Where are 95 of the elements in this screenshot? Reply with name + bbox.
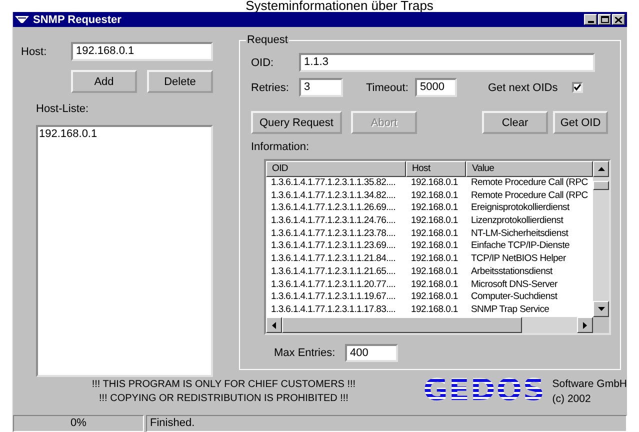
table-row[interactable]: 1.3.6.1.4.1.77.1.2.3.1.1.34.82.... 192.168.0.1 Remote Procedure Call (RPC: [266, 190, 593, 202]
scroll-down-button[interactable]: [593, 301, 609, 317]
table-cell-text: 192.168.0.1: [410, 177, 459, 190]
close-button[interactable]: [612, 14, 625, 25]
table-cell-text: 192.168.0.1: [410, 202, 459, 216]
table-cell-text: 1.3.6.1.4.1.77.1.2.3.1.1.26.69....: [270, 202, 396, 216]
add-button[interactable]: Add: [71, 70, 137, 93]
table-cell-text: 1.3.6.1.4.1.77.1.2.3.1.1.20.77....: [270, 278, 396, 292]
table-cell-text: Ereignisprotokollierdienst: [470, 202, 570, 216]
timeout-field[interactable]: 5000: [415, 78, 457, 97]
right-arrow-icon: [583, 322, 587, 328]
scroll-up-button[interactable]: [593, 161, 609, 177]
table-cell-text: 1.3.6.1.4.1.77.1.2.3.1.1.21.84....: [270, 253, 396, 266]
horizontal-scrollbar[interactable]: [266, 317, 593, 333]
close-icon: [615, 16, 622, 22]
get-next-checkbox[interactable]: [572, 82, 583, 93]
clear-button[interactable]: Clear: [482, 111, 548, 134]
table-row[interactable]: 1.3.6.1.4.1.77.1.2.3.1.1.21.84.... 192.168.0.1 TCP/IP NetBIOS Helper: [266, 253, 593, 266]
table-row[interactable]: 1.3.6.1.4.1.77.1.2.3.1.1.21.65.... 192.168.0.1 Arbeitsstationsdienst: [266, 266, 593, 278]
host-list-item[interactable]: 192.168.0.1: [39, 128, 210, 140]
oid-label: OID:: [251, 56, 275, 68]
table-cell-text: 1.3.6.1.4.1.77.1.2.3.1.1.35.82....: [270, 177, 396, 190]
table-cell-text: 1.3.6.1.4.1.77.1.2.3.1.1.23.69....: [270, 240, 396, 254]
left-arrow-icon: [272, 322, 276, 328]
table-row[interactable]: 1.3.6.1.4.1.77.1.2.3.1.1.26.69.... 192.168.0.1 Ereignisprotokollierdienst: [266, 202, 593, 216]
information-label: Information:: [251, 141, 310, 153]
table-cell-text: 1.3.6.1.4.1.77.1.2.3.1.1.24.76....: [270, 215, 396, 228]
table-row[interactable]: 1.3.6.1.4.1.77.1.2.3.1.1.24.76.... 192.168.0.1 Lizenzprotokollierdienst: [266, 215, 593, 228]
timeout-label: Timeout:: [366, 82, 410, 94]
get-oid-button[interactable]: Get OID: [553, 111, 608, 134]
table-cell-text: 1.3.6.1.4.1.77.1.2.3.1.1.23.78....: [270, 228, 396, 240]
table-row[interactable]: 1.3.6.1.4.1.77.1.2.3.1.1.20.77.... 192.168.0.1 Microsoft DNS-Server: [266, 278, 593, 292]
retries-field[interactable]: 3: [299, 78, 343, 97]
group-title: Request: [246, 34, 289, 46]
progress-pane: 0%: [13, 415, 144, 432]
page-caption: Systeminformationen über Traps: [246, 0, 434, 12]
scrollbar-corner: [593, 317, 609, 333]
query-request-button[interactable]: Query Request: [251, 111, 342, 134]
host-label: Host:: [21, 46, 48, 58]
host-field[interactable]: 192.168.0.1: [71, 42, 213, 61]
table-cell-text: 192.168.0.1: [410, 304, 459, 317]
table-cell-text: 192.168.0.1: [410, 190, 459, 202]
scrollbar-thumb[interactable]: [593, 181, 609, 190]
down-arrow-icon: [598, 307, 604, 311]
table-cell-text: 192.168.0.1: [410, 215, 459, 228]
max-entries-field[interactable]: 400: [345, 344, 398, 362]
table-cell-text: TCP/IP NetBIOS Helper: [470, 253, 567, 266]
max-entries-label: Max Entries:: [274, 347, 336, 359]
table-cell-text: 192.168.0.1: [410, 253, 459, 266]
scroll-right-button[interactable]: [577, 317, 593, 333]
table-row[interactable]: 1.3.6.1.4.1.77.1.2.3.1.1.19.67.... 192.168.0.1 Computer-Suchdienst: [266, 291, 593, 304]
get-next-label: Get next OIDs: [488, 82, 558, 94]
table-cell-text: 192.168.0.1: [410, 291, 459, 304]
table-cell-text: Einfache TCP/IP-Dienste: [470, 240, 571, 254]
table-cell-text: Remote Procedure Call (RPC: [470, 177, 589, 190]
maximize-button[interactable]: [598, 14, 611, 25]
table-cell-text: 1.3.6.1.4.1.77.1.2.3.1.1.34.82....: [270, 190, 396, 202]
table-cell-text: Microsoft DNS-Server: [470, 278, 558, 292]
table-cell-text: 1.3.6.1.4.1.77.1.2.3.1.1.19.67....: [270, 291, 396, 304]
scrollbar-thumb[interactable]: [282, 317, 522, 333]
window-title: SNMP Requester: [33, 14, 122, 26]
notice-text: !!! COPYING OR REDISTRIBUTION IS PROHIBITED !!!: [98, 392, 348, 404]
host-list[interactable]: 192.168.0.1: [36, 125, 213, 377]
table-row[interactable]: 1.3.6.1.4.1.77.1.2.3.1.1.23.69.... 192.168.0.1 Einfache TCP/IP-Dienste: [266, 240, 593, 254]
column-header[interactable]: OID: [266, 161, 406, 177]
table-cell-text: Remote Procedure Call (RPC: [470, 190, 589, 202]
minimize-button[interactable]: [584, 14, 597, 25]
table-cell-text: 192.168.0.1: [410, 266, 459, 278]
vertical-scrollbar[interactable]: [593, 161, 609, 317]
table-cell-text: 1.3.6.1.4.1.77.1.2.3.1.1.17.83....: [270, 304, 396, 317]
maximize-icon: [600, 16, 608, 23]
column-header[interactable]: Host: [406, 161, 466, 177]
retries-label: Retries:: [251, 82, 290, 94]
delete-button[interactable]: Delete: [147, 70, 213, 93]
table-row[interactable]: 1.3.6.1.4.1.77.1.2.3.1.1.17.83.... 192.168.0.1 SNMP Trap Service: [266, 304, 593, 317]
column-header[interactable]: Value: [466, 161, 593, 177]
table-cell-text: 192.168.0.1: [410, 228, 459, 240]
table-cell-text: NT-LM-Sicherheitsdienst: [470, 228, 570, 240]
table-row[interactable]: 1.3.6.1.4.1.77.1.2.3.1.1.35.82.... 192.168.0.1 Remote Procedure Call (RPC: [266, 177, 593, 190]
table-row[interactable]: 1.3.6.1.4.1.77.1.2.3.1.1.23.78.... 192.168.0.1 NT-LM-Sicherheitsdienst: [266, 228, 593, 240]
table-cell-text: 192.168.0.1: [410, 240, 459, 254]
scroll-left-button[interactable]: [266, 317, 282, 333]
notice-text: !!! THIS PROGRAM IS ONLY FOR CHIEF CUSTOMERS !!!: [92, 378, 356, 390]
table-cell-text: 192.168.0.1: [410, 278, 459, 292]
table-cell-text: Computer-Suchdienst: [470, 291, 558, 304]
copyright-text: (c) 2002: [552, 392, 592, 404]
status-message: Finished.: [146, 415, 627, 432]
table-cell-text: Lizenzprotokollierdienst: [470, 215, 564, 228]
table-cell-text: SNMP Trap Service: [470, 304, 550, 317]
oid-field[interactable]: 1.1.3: [299, 53, 595, 72]
table-cell-text: 1.3.6.1.4.1.77.1.2.3.1.1.21.65....: [270, 266, 396, 278]
up-arrow-icon: [598, 167, 604, 171]
table-cell-text: Arbeitsstationsdienst: [470, 266, 554, 278]
company-name: Software GmbH: [552, 378, 627, 390]
host-list-label: Host-Liste:: [36, 103, 89, 115]
